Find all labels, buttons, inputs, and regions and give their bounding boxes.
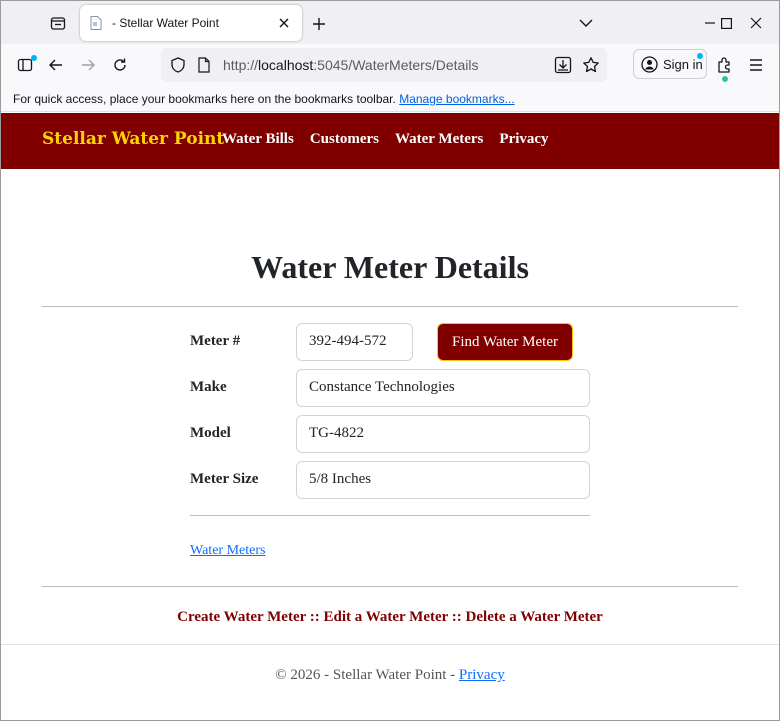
- meter-number-input[interactable]: 392-494-572: [296, 323, 413, 361]
- separator: ::: [451, 609, 466, 625]
- maximize-icon[interactable]: [710, 7, 742, 39]
- browser-tab-bar: - Stellar Water Point: [0, 0, 780, 44]
- meter-size-field[interactable]: 5/8 Inches: [296, 461, 590, 499]
- browser-tab[interactable]: - Stellar Water Point: [80, 5, 302, 41]
- tab-title: - Stellar Water Point: [112, 16, 219, 30]
- url-bar[interactable]: http://localhost:5045/WaterMeters/Detail…: [161, 48, 607, 82]
- nav-privacy[interactable]: Privacy: [499, 131, 548, 148]
- notification-dot: [722, 76, 728, 82]
- sign-in-label: Sign in: [663, 56, 703, 72]
- sign-in-button[interactable]: Sign in: [633, 49, 707, 79]
- separator: ::: [309, 609, 324, 625]
- page-info-icon[interactable]: [197, 57, 211, 78]
- nav-water-bills[interactable]: Water Bills: [222, 131, 294, 148]
- nav-water-meters[interactable]: Water Meters: [395, 131, 483, 148]
- main-content: Water Meter Details Meter # 392-494-572 …: [0, 169, 780, 645]
- menu-icon[interactable]: [742, 51, 770, 79]
- model-label: Model: [190, 425, 231, 441]
- firefox-view-icon[interactable]: [44, 9, 72, 37]
- new-tab-icon[interactable]: [306, 11, 332, 37]
- edit-water-meter-link[interactable]: Edit a Water Meter: [323, 609, 448, 625]
- tracking-protection-shield-icon[interactable]: [169, 56, 187, 79]
- reload-icon[interactable]: [106, 51, 134, 79]
- make-field[interactable]: Constance Technologies: [296, 369, 590, 407]
- divider: [190, 515, 590, 516]
- find-water-meter-button[interactable]: Find Water Meter: [437, 323, 573, 361]
- close-window-icon[interactable]: [740, 7, 772, 39]
- site-nav: Water Bills Customers Water Meters Priva…: [222, 131, 549, 148]
- meter-size-label: Meter Size: [190, 471, 259, 487]
- notification-dot: [31, 55, 37, 61]
- extensions-icon[interactable]: [711, 51, 739, 82]
- save-to-pocket-icon[interactable]: [554, 56, 572, 79]
- back-icon[interactable]: [42, 51, 70, 79]
- bookmarks-message: For quick access, place your bookmarks h…: [13, 92, 396, 106]
- site-footer: © 2026 - Stellar Water Point - Privacy: [0, 644, 780, 721]
- footer-privacy-link[interactable]: Privacy: [459, 667, 505, 683]
- footer-text: © 2026 - Stellar Water Point - Privacy: [0, 667, 780, 684]
- make-label: Make: [190, 379, 227, 395]
- divider: [42, 586, 738, 587]
- delete-water-meter-link[interactable]: Delete a Water Meter: [466, 609, 603, 625]
- water-meters-link[interactable]: Water Meters: [190, 543, 265, 559]
- site-header: Stellar Water Point Water Bills Customer…: [0, 113, 780, 169]
- forward-icon[interactable]: [74, 51, 102, 79]
- model-field[interactable]: TG-4822: [296, 415, 590, 453]
- copyright-text: © 2026 - Stellar Water Point -: [275, 667, 456, 683]
- meter-number-label: Meter #: [190, 333, 241, 349]
- divider: [42, 306, 738, 307]
- sidebar-icon[interactable]: [11, 51, 39, 79]
- bookmark-star-icon[interactable]: [582, 56, 600, 79]
- page-title: Water Meter Details: [251, 249, 529, 285]
- close-tab-icon[interactable]: [274, 13, 294, 33]
- nav-customers[interactable]: Customers: [310, 131, 379, 148]
- site-brand[interactable]: Stellar Water Point: [42, 129, 224, 149]
- browser-nav-bar: http://localhost:5045/WaterMeters/Detail…: [0, 44, 780, 86]
- bookmarks-toolbar: For quick access, place your bookmarks h…: [0, 86, 780, 112]
- list-all-tabs-icon[interactable]: [574, 11, 598, 35]
- account-icon: [641, 55, 658, 73]
- action-links: Create Water Meter :: Edit a Water Meter…: [0, 609, 780, 626]
- notification-dot: [697, 53, 703, 59]
- create-water-meter-link[interactable]: Create Water Meter: [177, 609, 306, 625]
- url-text: http://localhost:5045/WaterMeters/Detail…: [223, 57, 479, 73]
- manage-bookmarks-link[interactable]: Manage bookmarks...: [399, 92, 514, 106]
- page-favicon-icon: [88, 15, 104, 31]
